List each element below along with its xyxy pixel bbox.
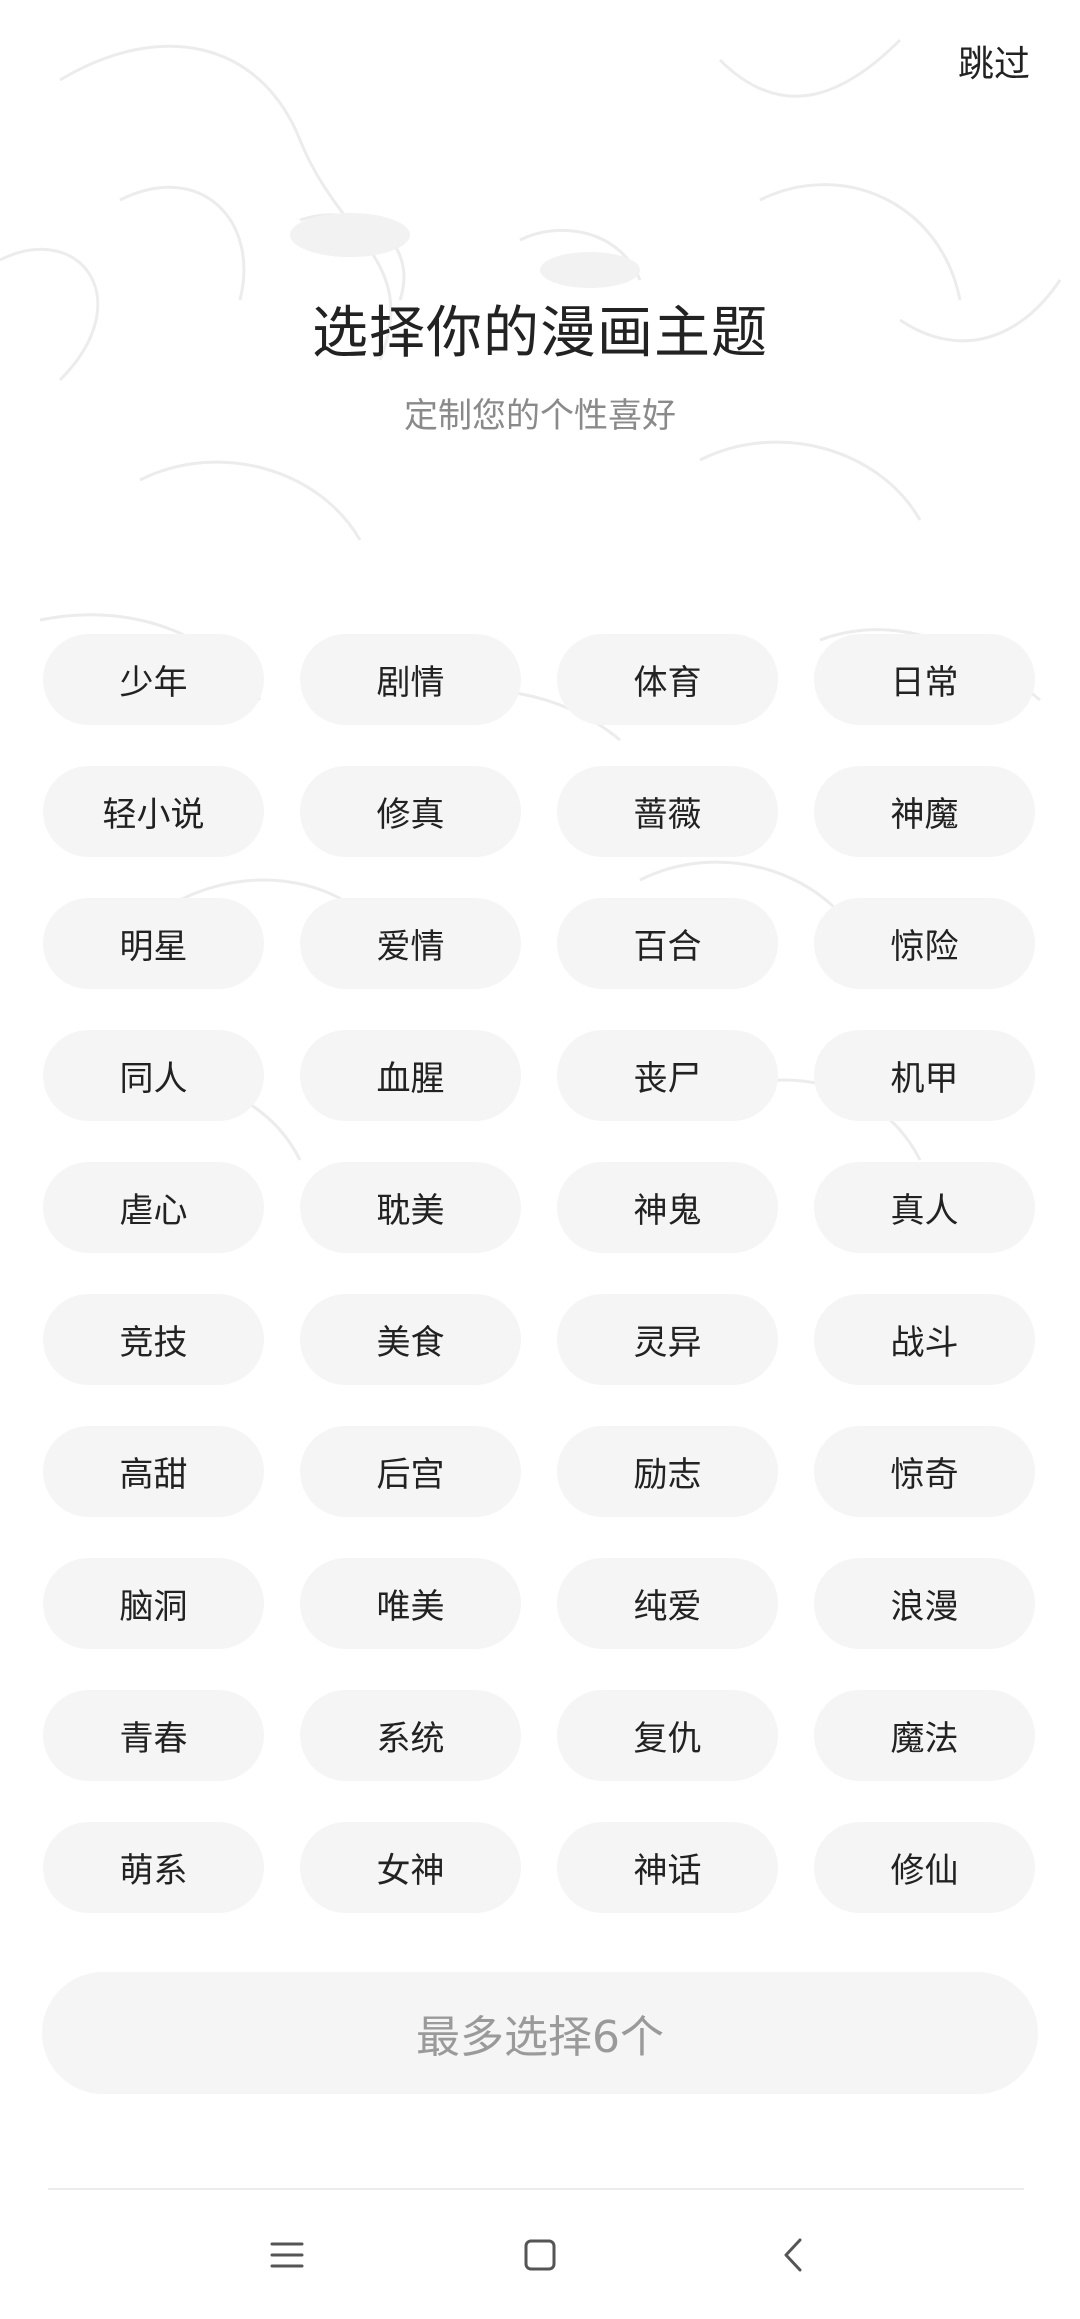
theme-tag[interactable]: 机甲 bbox=[814, 1030, 1035, 1121]
menu-button[interactable] bbox=[247, 2215, 327, 2295]
theme-tag[interactable]: 同人 bbox=[43, 1030, 264, 1121]
theme-tag[interactable]: 纯爱 bbox=[557, 1558, 778, 1649]
theme-tag[interactable]: 少年 bbox=[43, 634, 264, 725]
theme-tag[interactable]: 美食 bbox=[300, 1294, 521, 1385]
theme-tag[interactable]: 后宫 bbox=[300, 1426, 521, 1517]
theme-tag[interactable]: 脑洞 bbox=[43, 1558, 264, 1649]
theme-tag[interactable]: 系统 bbox=[300, 1690, 521, 1781]
theme-tag[interactable]: 血腥 bbox=[300, 1030, 521, 1121]
theme-tag[interactable]: 修仙 bbox=[814, 1822, 1035, 1913]
theme-tag[interactable]: 唯美 bbox=[300, 1558, 521, 1649]
theme-tag[interactable]: 蔷薇 bbox=[557, 766, 778, 857]
theme-tag[interactable]: 竞技 bbox=[43, 1294, 264, 1385]
theme-tag[interactable]: 轻小说 bbox=[43, 766, 264, 857]
theme-tag[interactable]: 体育 bbox=[557, 634, 778, 725]
theme-tag[interactable]: 日常 bbox=[814, 634, 1035, 725]
theme-tag[interactable]: 励志 bbox=[557, 1426, 778, 1517]
theme-tag[interactable]: 神鬼 bbox=[557, 1162, 778, 1253]
theme-tag[interactable]: 剧情 bbox=[300, 634, 521, 725]
theme-tag[interactable]: 高甜 bbox=[43, 1426, 264, 1517]
theme-tag-grid: 少年 剧情 体育 日常 轻小说 修真 蔷薇 神魔 明星 爱情 百合 惊险 同人 … bbox=[43, 634, 1037, 1913]
theme-tag[interactable]: 浪漫 bbox=[814, 1558, 1035, 1649]
theme-tag[interactable]: 爱情 bbox=[300, 898, 521, 989]
theme-tag[interactable]: 惊奇 bbox=[814, 1426, 1035, 1517]
menu-icon bbox=[270, 2242, 304, 2267]
theme-tag[interactable]: 百合 bbox=[557, 898, 778, 989]
theme-tag[interactable]: 惊险 bbox=[814, 898, 1035, 989]
page-title: 选择你的漫画主题 bbox=[312, 301, 768, 366]
theme-tag[interactable]: 丧尸 bbox=[557, 1030, 778, 1121]
theme-tag[interactable]: 耽美 bbox=[300, 1162, 521, 1253]
theme-tag[interactable]: 复仇 bbox=[557, 1690, 778, 1781]
home-icon bbox=[524, 2239, 556, 2270]
back-icon bbox=[784, 2238, 802, 2271]
back-button[interactable] bbox=[753, 2215, 833, 2295]
home-button[interactable] bbox=[500, 2215, 580, 2295]
page-subtitle: 定制您的个性喜好 bbox=[404, 396, 676, 436]
skip-button[interactable]: 跳过 bbox=[958, 40, 1030, 90]
theme-tag[interactable]: 真人 bbox=[814, 1162, 1035, 1253]
theme-tag[interactable]: 虐心 bbox=[43, 1162, 264, 1253]
theme-tag[interactable]: 女神 bbox=[300, 1822, 521, 1913]
theme-tag[interactable]: 灵异 bbox=[557, 1294, 778, 1385]
system-navigation-bar bbox=[0, 2190, 1080, 2319]
theme-tag[interactable]: 明星 bbox=[43, 898, 264, 989]
theme-tag[interactable]: 修真 bbox=[300, 766, 521, 857]
theme-tag[interactable]: 战斗 bbox=[814, 1294, 1035, 1385]
theme-tag[interactable]: 魔法 bbox=[814, 1690, 1035, 1781]
confirm-selection-button[interactable]: 最多选择6个 bbox=[42, 1972, 1038, 2094]
theme-tag[interactable]: 萌系 bbox=[43, 1822, 264, 1913]
theme-tag[interactable]: 青春 bbox=[43, 1690, 264, 1781]
theme-tag[interactable]: 神魔 bbox=[814, 766, 1035, 857]
theme-tag[interactable]: 神话 bbox=[557, 1822, 778, 1913]
theme-selection-screen: 跳过 选择你的漫画主题 定制您的个性喜好 少年 剧情 体育 日常 轻小说 修真 … bbox=[0, 0, 1080, 2319]
